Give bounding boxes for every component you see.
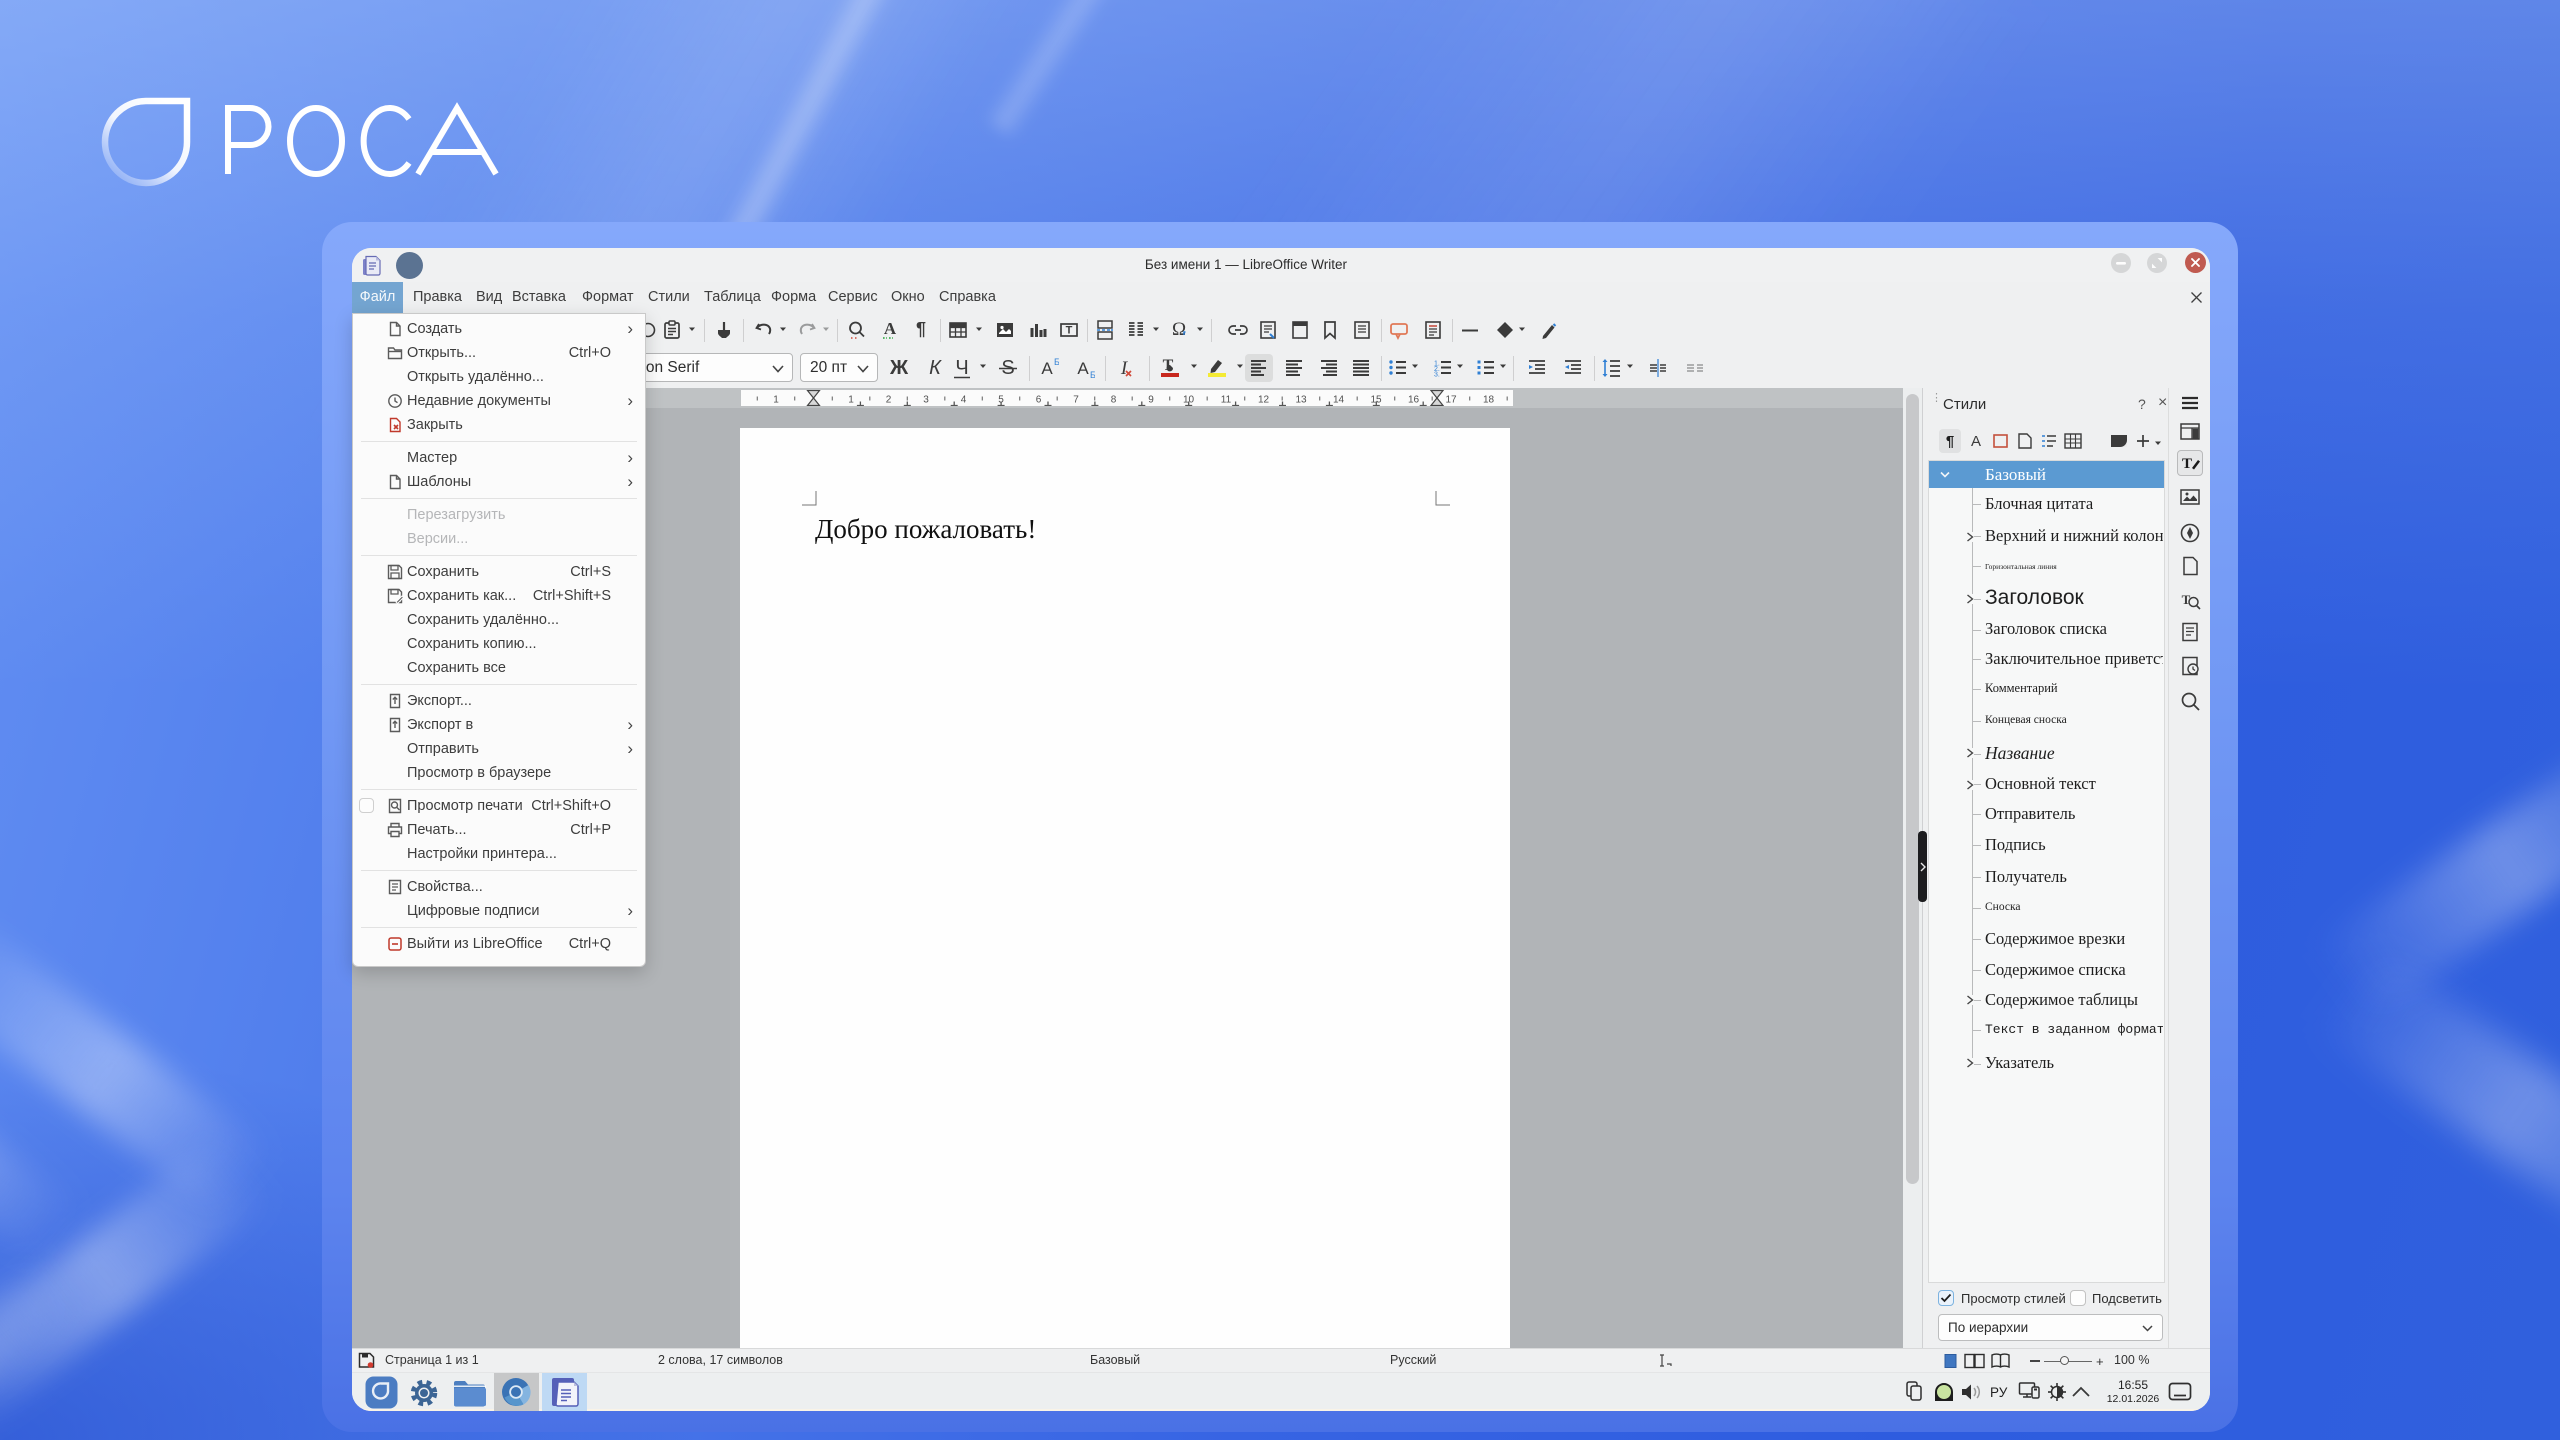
svg-text:9: 9: [1148, 395, 1154, 406]
svg-text:13: 13: [1295, 395, 1307, 406]
svg-text:8: 8: [1111, 395, 1117, 406]
svg-text:6: 6: [1036, 395, 1042, 406]
svg-text:3: 3: [923, 395, 929, 406]
svg-text:16: 16: [1408, 395, 1420, 406]
svg-text:К: К: [929, 357, 942, 379]
svg-text:I: I: [1120, 358, 1129, 379]
svg-text:1: 1: [848, 395, 854, 406]
svg-text:T: T: [1066, 325, 1073, 337]
svg-text:Б: Б: [1090, 370, 1095, 379]
svg-text:1: 1: [773, 395, 779, 406]
svg-text:Б: Б: [1054, 357, 1059, 367]
svg-text:2: 2: [886, 395, 892, 406]
svg-text:14: 14: [1333, 395, 1345, 406]
svg-text:18: 18: [1483, 395, 1495, 406]
svg-text:7: 7: [1073, 395, 1079, 406]
svg-text:Ж: Ж: [889, 357, 909, 379]
svg-text:T: T: [2182, 456, 2192, 472]
svg-text:A: A: [884, 320, 897, 338]
svg-text:¶: ¶: [916, 320, 926, 339]
svg-text:¶: ¶: [1946, 433, 1954, 450]
svg-text:Ч: Ч: [955, 357, 968, 379]
svg-text:A: A: [1041, 359, 1053, 378]
svg-text:A: A: [1971, 433, 1981, 450]
svg-text:4: 4: [961, 395, 967, 406]
svg-text:Ω: Ω: [1172, 320, 1186, 340]
svg-text:3.: 3.: [1434, 372, 1440, 379]
svg-text:11: 11: [1221, 395, 1232, 406]
svg-text:17: 17: [1445, 395, 1457, 406]
svg-text:A: A: [1077, 359, 1089, 378]
svg-text:12: 12: [1258, 395, 1270, 406]
